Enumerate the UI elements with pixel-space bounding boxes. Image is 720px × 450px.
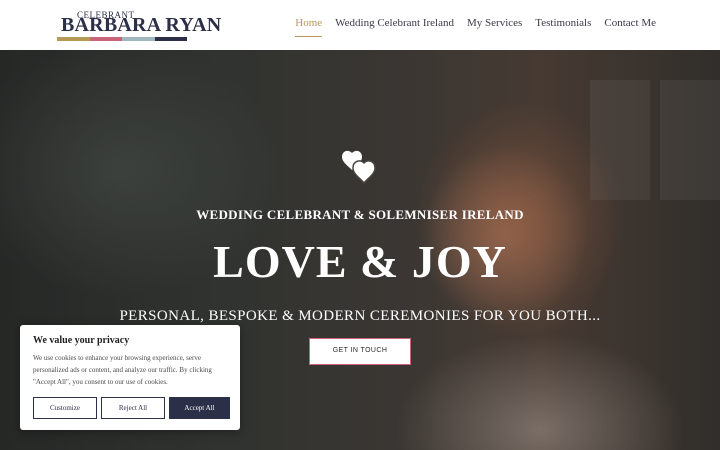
accept-all-button[interactable]: Accept All [169,397,230,419]
nav-item-testimonials[interactable]: Testimonials [535,17,591,35]
logo-color-bars [57,37,187,41]
customize-button[interactable]: Customize [33,397,97,419]
cookie-buttons: Customize Reject All Accept All [33,397,230,419]
cookie-consent-banner: We value your privacy We use cookies to … [20,325,240,430]
hero-tagline: PERSONAL, BESPOKE & MODERN CEREMONIES FO… [119,308,601,324]
reject-all-button[interactable]: Reject All [101,397,165,419]
hero-subtitle: WEDDING CELEBRANT & SOLEMNISER IRELAND [196,207,524,222]
logo-bar-pink [89,37,122,41]
logo-bar-gold [57,37,90,41]
nav-item-contact-me[interactable]: Contact Me [604,17,656,35]
hearts-icon [340,147,380,187]
logo-bar-blue [122,37,155,41]
nav-item-home[interactable]: Home [295,17,322,37]
hero-title: LOVE & JOY [213,236,507,287]
get-in-touch-button[interactable]: GET IN TOUCH [309,338,411,365]
cookie-title: We value your privacy [33,335,130,346]
nav-item-wedding-celebrant-ireland[interactable]: Wedding Celebrant Ireland [335,17,454,35]
logo-bar-navy [154,37,187,41]
main-nav: Home Wedding Celebrant Ireland My Servic… [282,17,656,37]
site-logo[interactable]: CELEBRANT BARBARA RYAN [57,10,221,43]
nav-item-my-services[interactable]: My Services [467,17,522,35]
cookie-text: We use cookies to enhance your browsing … [33,354,212,386]
site-header: CELEBRANT BARBARA RYAN Home Wedding Cele… [0,0,720,50]
logo-main-text: BARBARA RYAN [61,14,222,36]
